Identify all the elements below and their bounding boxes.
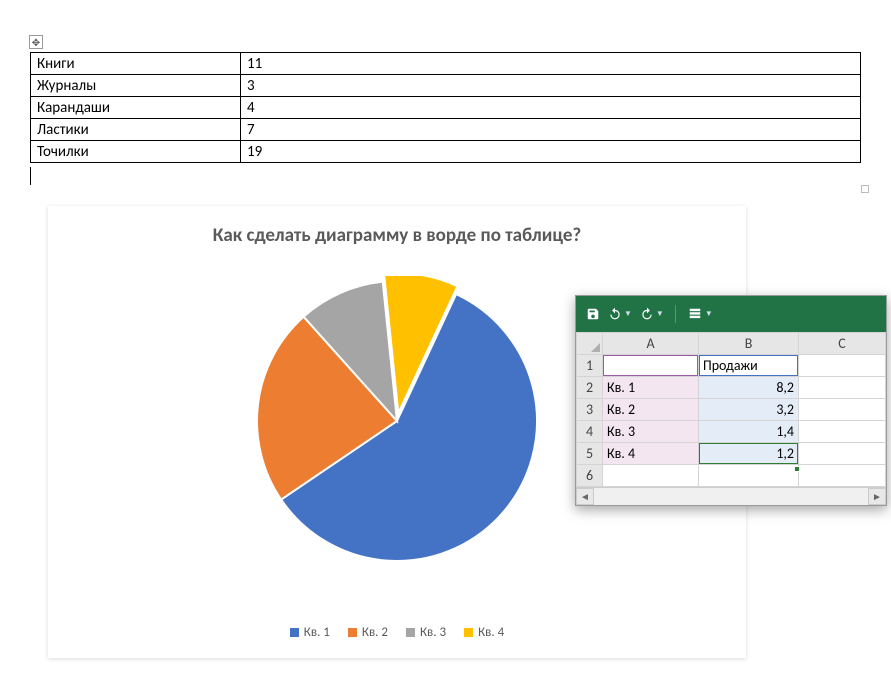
legend-item[interactable]: Кв. 4	[464, 625, 504, 640]
cell[interactable]	[799, 421, 886, 443]
pie-chart[interactable]	[252, 276, 542, 571]
select-all-corner[interactable]	[577, 333, 603, 355]
table-row[interactable]: Карандаши 4	[31, 97, 861, 119]
excel-grid[interactable]: A B C 1 Продажи 2 Кв. 1 8,2 3 Кв. 2 3,2	[576, 332, 886, 487]
column-header[interactable]: B	[699, 333, 799, 355]
cell[interactable]: Кв. 3	[603, 421, 699, 443]
table-cell[interactable]: Журналы	[31, 75, 241, 97]
horizontal-scrollbar[interactable]: ◄ ►	[576, 487, 886, 505]
scroll-left-icon[interactable]: ◄	[576, 488, 594, 505]
cell[interactable]	[603, 355, 699, 377]
chevron-down-icon[interactable]: ▼	[656, 309, 664, 319]
chart-title[interactable]: Как сделать диаграмму в ворде по таблице…	[48, 224, 746, 247]
word-table[interactable]: Книги 11 Журналы 3 Карандаши 4 Ластики 7…	[30, 52, 861, 163]
table-cell[interactable]: 19	[241, 141, 861, 163]
legend-label: Кв. 4	[478, 625, 504, 640]
table-move-handle-icon[interactable]: ✥	[29, 35, 43, 49]
row-header[interactable]: 6	[577, 465, 603, 487]
chart-data-icon[interactable]: ▼	[687, 307, 713, 321]
table-row[interactable]: Книги 11	[31, 53, 861, 75]
cell[interactable]	[603, 465, 699, 487]
legend-item[interactable]: Кв. 3	[406, 625, 446, 640]
table-row[interactable]: Ластики 7	[31, 119, 861, 141]
legend-swatch-icon	[290, 628, 299, 637]
table-row[interactable]: Журналы 3	[31, 75, 861, 97]
legend-label: Кв. 2	[362, 625, 388, 640]
column-header[interactable]: A	[603, 333, 699, 355]
cell[interactable]	[799, 355, 886, 377]
row-header[interactable]: 4	[577, 421, 603, 443]
cell[interactable]	[799, 399, 886, 421]
legend-swatch-icon	[464, 628, 473, 637]
cell[interactable]: Кв. 2	[603, 399, 699, 421]
cell[interactable]: Кв. 4	[603, 443, 699, 465]
cell[interactable]: Продажи	[699, 355, 799, 377]
chevron-down-icon[interactable]: ▼	[624, 309, 632, 319]
row-header[interactable]: 3	[577, 399, 603, 421]
chart-legend[interactable]: Кв. 1 Кв. 2 Кв. 3 Кв. 4	[48, 625, 746, 640]
table-cell[interactable]: 11	[241, 53, 861, 75]
redo-icon[interactable]: ▼	[640, 307, 664, 321]
cell[interactable]: 1,4	[699, 421, 799, 443]
table-cell[interactable]: Точилки	[31, 141, 241, 163]
legend-item[interactable]: Кв. 2	[348, 625, 388, 640]
legend-label: Кв. 1	[304, 625, 330, 640]
table-cell[interactable]: Ластики	[31, 119, 241, 141]
undo-icon[interactable]: ▼	[608, 307, 632, 321]
row-header[interactable]: 5	[577, 443, 603, 465]
excel-quickaccess-toolbar: ▼ ▼ ▼	[576, 296, 886, 332]
cell[interactable]	[799, 443, 886, 465]
cell[interactable]: 8,2	[699, 377, 799, 399]
cell[interactable]	[799, 465, 886, 487]
table-cell[interactable]: Книги	[31, 53, 241, 75]
cell[interactable]: 1,2	[699, 443, 799, 465]
cell[interactable]: Кв. 1	[603, 377, 699, 399]
table-resize-handle-icon[interactable]	[861, 185, 869, 193]
save-icon[interactable]	[586, 307, 600, 321]
table-cell[interactable]: 4	[241, 97, 861, 119]
legend-swatch-icon	[348, 628, 357, 637]
cell[interactable]	[699, 465, 799, 487]
chevron-down-icon[interactable]: ▼	[705, 309, 713, 319]
table-cell[interactable]: 7	[241, 119, 861, 141]
legend-label: Кв. 3	[420, 625, 446, 640]
table-row[interactable]: Точилки 19	[31, 141, 861, 163]
table-cell[interactable]: 3	[241, 75, 861, 97]
table-cell[interactable]: Карандаши	[31, 97, 241, 119]
legend-item[interactable]: Кв. 1	[290, 625, 330, 640]
scroll-right-icon[interactable]: ►	[868, 488, 886, 505]
separator	[675, 305, 676, 323]
word-document-area: ✥ Книги 11 Журналы 3 Карандаши 4 Ластики…	[30, 52, 861, 185]
excel-data-window[interactable]: ▼ ▼ ▼ A B C 1	[575, 295, 887, 506]
cell[interactable]	[799, 377, 886, 399]
cell[interactable]: 3,2	[699, 399, 799, 421]
row-header[interactable]: 2	[577, 377, 603, 399]
column-header[interactable]: C	[799, 333, 886, 355]
text-cursor	[30, 167, 31, 185]
row-header[interactable]: 1	[577, 355, 603, 377]
range-resize-handle[interactable]	[794, 466, 800, 472]
legend-swatch-icon	[406, 628, 415, 637]
